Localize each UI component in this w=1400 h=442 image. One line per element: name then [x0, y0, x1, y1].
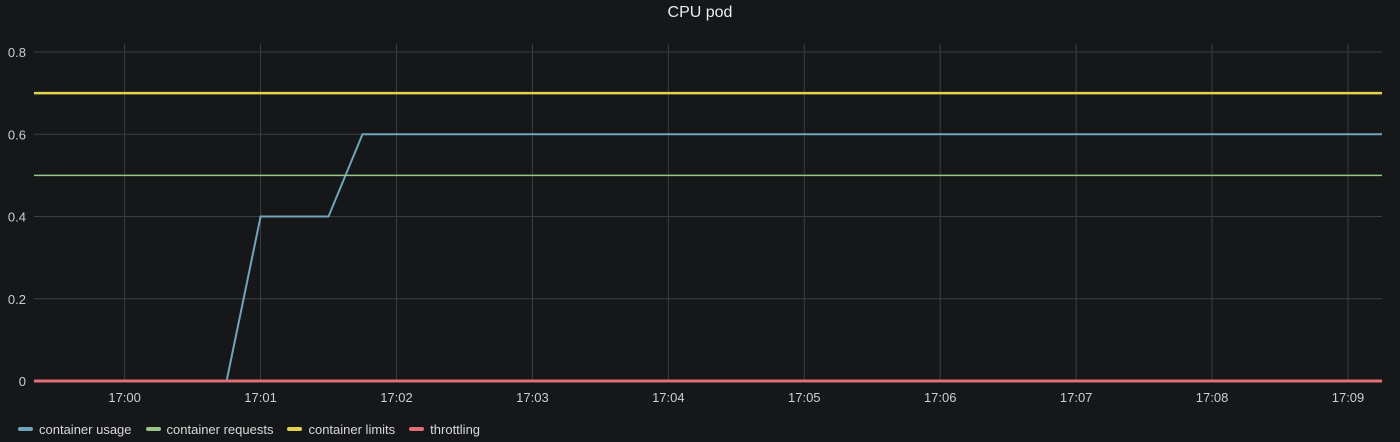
x-tick-label: 17:02	[380, 390, 413, 405]
x-tick-label: 17:05	[788, 390, 821, 405]
legend-label: throttling	[430, 421, 481, 437]
y-tick-label: 0.8	[8, 45, 26, 60]
x-tick-label: 17:09	[1332, 390, 1365, 405]
x-tick-label: 17:06	[924, 390, 957, 405]
x-tick-label: 17:07	[1060, 390, 1093, 405]
chart-legend: container usage container requests contain…	[18, 419, 480, 439]
series-line-container-usage[interactable]	[34, 133, 1382, 382]
legend-label: container usage	[39, 421, 132, 437]
legend-item-container-limits[interactable]: container limits	[287, 422, 395, 437]
y-tick-label: 0.4	[8, 210, 26, 225]
x-tick-label: 17:01	[244, 390, 277, 405]
x-tick-label: 17:04	[652, 390, 685, 405]
legend-swatch	[287, 427, 303, 431]
y-tick-label: 0.6	[8, 127, 26, 142]
cpu-pod-panel: CPU pod 0 0.2 0.4 0.6 0.8 17:00 17:01 17:02 17:0…	[0, 0, 1400, 442]
x-tick-label: 17:00	[108, 390, 141, 405]
x-tick-label: 17:03	[516, 390, 549, 405]
y-tick-label: 0.2	[8, 292, 26, 307]
legend-item-container-requests[interactable]: container requests	[145, 421, 274, 437]
legend-swatch	[145, 427, 161, 431]
legend-label: container requests	[166, 421, 274, 437]
x-tick-label: 17:08	[1196, 390, 1229, 405]
legend-swatch	[409, 427, 425, 431]
legend-item-throttling[interactable]: throttling	[409, 422, 480, 437]
legend-swatch	[18, 427, 33, 431]
legend-item-container-usage[interactable]: container usage	[18, 422, 132, 437]
cpu-pod-chart: 0 0.2 0.4 0.6 0.8 17:00 17:01 17:02 17:03 17:04 17…	[8, 44, 1382, 405]
y-tick-label: 0	[19, 374, 26, 389]
legend-label: container limits	[308, 421, 396, 437]
